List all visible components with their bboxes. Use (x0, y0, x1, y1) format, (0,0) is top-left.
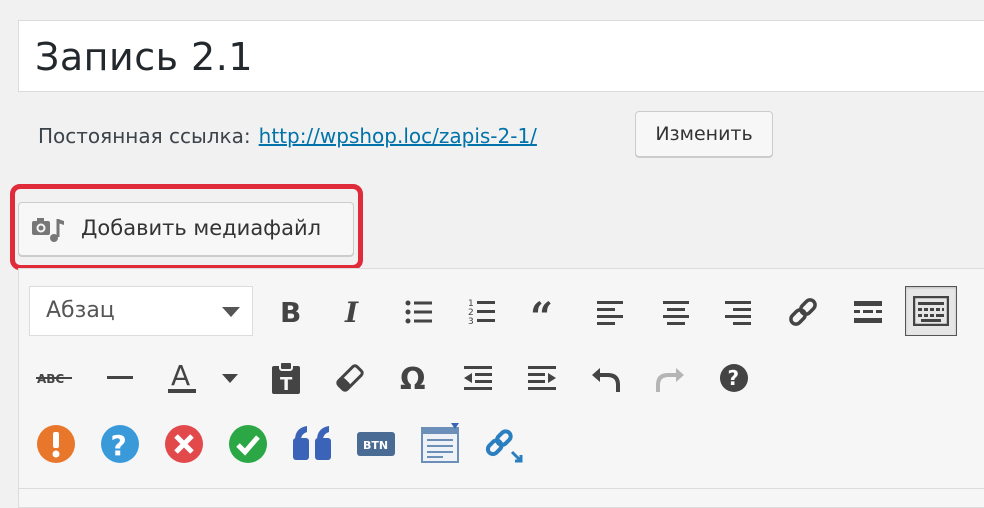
horizontal-line-icon (107, 376, 133, 379)
numbered-list-button[interactable]: 1 2 3 (458, 288, 506, 336)
shortcode-question-button[interactable]: ? (96, 420, 144, 468)
bullet-list-icon (405, 300, 432, 324)
align-center-button[interactable] (652, 288, 700, 336)
content-block-icon (421, 423, 459, 463)
special-character-button[interactable]: Ω (390, 354, 438, 402)
svg-text:“: “ (530, 299, 553, 325)
bullet-list-button[interactable] (395, 288, 443, 336)
chevron-down-icon (222, 374, 238, 383)
clear-formatting-button[interactable] (326, 354, 374, 402)
paste-as-text-button[interactable]: T (262, 354, 310, 402)
editor-content-divider (18, 488, 984, 489)
permalink-url-link[interactable]: http://wpshop.loc/zapis-2-1/ (259, 124, 537, 148)
add-media-label: Добавить медиафайл (81, 216, 322, 240)
shortcode-btn-button[interactable]: BTN (352, 420, 400, 468)
italic-icon: I (344, 297, 359, 327)
indent-icon (528, 366, 556, 390)
indent-button[interactable] (518, 354, 566, 402)
redo-button[interactable] (646, 354, 694, 402)
error-x-icon (165, 425, 203, 463)
align-left-icon (597, 301, 623, 325)
help-icon: ? (720, 364, 748, 392)
align-right-icon (725, 301, 751, 325)
shortcode-quote-button[interactable] (288, 420, 336, 468)
text-color-letter: A (171, 359, 190, 392)
text-color-icon: A (168, 359, 196, 393)
kitchen-sink-icon (913, 296, 949, 326)
help-button[interactable]: ? (710, 354, 758, 402)
link-icon (789, 298, 817, 326)
format-select-value: Абзац (46, 298, 115, 323)
svg-text:I: I (344, 297, 359, 327)
check-icon (229, 425, 267, 463)
question-icon: ? (101, 425, 139, 463)
post-title-text: Запись 2.1 (35, 35, 253, 79)
blockquote-icon: “ (530, 299, 553, 325)
help-text: ? (728, 366, 740, 390)
svg-text:3: 3 (468, 317, 474, 327)
svg-text:B: B (280, 297, 301, 327)
shortcode-success-button[interactable] (224, 420, 272, 468)
question-text: ? (111, 429, 127, 462)
align-left-button[interactable] (586, 288, 634, 336)
blockquote-button[interactable]: “ (522, 288, 570, 336)
read-more-button[interactable] (844, 288, 892, 336)
exclamation-icon (37, 425, 75, 463)
shortcode-block-button[interactable] (416, 420, 464, 468)
numbered-list-icon: 1 2 3 (468, 299, 495, 327)
read-more-icon (854, 301, 882, 323)
strikethrough-icon: ABC (36, 372, 72, 386)
omega-text: Ω (400, 363, 426, 393)
align-center-icon (663, 301, 689, 325)
quote-icon (293, 426, 331, 460)
add-media-icon (32, 218, 64, 242)
edit-permalink-button[interactable]: Изменить (635, 111, 773, 157)
external-link-icon (485, 429, 523, 463)
text-color-button[interactable]: A (158, 352, 206, 400)
paragraph-format-select[interactable]: Абзац (29, 286, 253, 336)
add-media-button[interactable]: Добавить медиафайл (18, 202, 354, 256)
permalink-label: Постоянная ссылка: (38, 124, 251, 148)
btn-text: BTN (363, 439, 388, 452)
outdent-icon (464, 366, 492, 390)
link-button[interactable] (779, 288, 827, 336)
post-title-field[interactable]: Запись 2.1 (18, 20, 984, 92)
bold-icon: B (280, 297, 301, 327)
shortcode-warning-button[interactable] (32, 420, 80, 468)
chevron-down-icon (222, 307, 240, 317)
toolbar-toggle-button[interactable] (905, 286, 957, 336)
align-right-button[interactable] (714, 288, 762, 336)
undo-button[interactable] (582, 354, 630, 402)
paste-text-icon: T (272, 361, 300, 395)
bold-button[interactable]: B (266, 288, 314, 336)
horizontal-line-button[interactable] (96, 354, 144, 402)
shortcode-error-button[interactable] (160, 420, 208, 468)
eraser-icon (336, 364, 364, 392)
omega-icon: Ω (400, 363, 426, 393)
italic-button[interactable]: I (329, 288, 377, 336)
redo-icon (656, 368, 684, 392)
svg-text:T: T (280, 374, 293, 395)
outdent-button[interactable] (454, 354, 502, 402)
text-color-dropdown[interactable] (216, 354, 244, 402)
undo-icon (592, 368, 620, 392)
permalink-row: Постоянная ссылка: http://wpshop.loc/zapi… (38, 124, 537, 148)
strikethrough-button[interactable]: ABC (30, 354, 78, 402)
button-icon: BTN (357, 432, 395, 456)
shortcode-external-link-button[interactable] (480, 420, 528, 468)
